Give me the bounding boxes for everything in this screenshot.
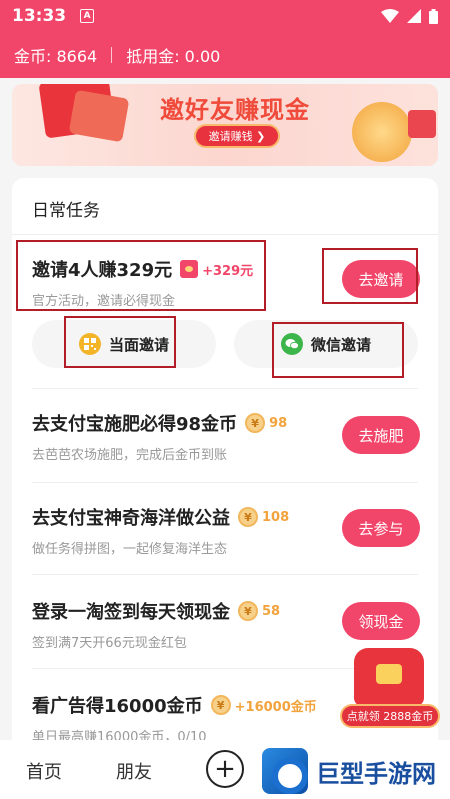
wifi-icon — [381, 9, 399, 23]
highlight-box — [64, 316, 176, 368]
banner-invite-button[interactable]: 邀请赚钱 ❯ — [194, 124, 280, 148]
coin-stack-illustration — [352, 102, 412, 162]
tab-friends[interactable]: 朋友 — [116, 758, 152, 784]
task-title-text: 去支付宝神奇海洋做公益 — [32, 508, 230, 529]
red-envelope-illustration-2 — [68, 89, 130, 143]
signal-icon — [407, 9, 421, 23]
invite-banner[interactable]: 邀好友赚现金 邀请赚钱 ❯ — [12, 84, 438, 166]
coin-icon: ¥ — [245, 413, 266, 433]
task-item: 看广告得16000金币 ¥ +16000金币 单日最高赚16000金币，0/10 — [32, 692, 317, 745]
reward-value: 58 — [262, 603, 281, 619]
task-item: 去支付宝施肥必得98金币 ¥ 98 去芭芭农场施肥，完成后金币到账 — [32, 410, 287, 463]
row-divider — [32, 574, 418, 575]
fertilize-button[interactable]: 去施肥 — [342, 416, 420, 454]
notification-a-icon: A — [80, 9, 95, 23]
wallet-bar: 金币: 8664 抵用金: 0.00 — [0, 32, 450, 78]
coin-icon: ¥ — [238, 601, 258, 621]
task-subtitle: 做任务得拼图，一起修复海洋生态 — [32, 542, 228, 557]
watermark-logo-icon — [262, 748, 308, 794]
highlight-box — [16, 240, 266, 311]
treasure-box-icon — [354, 648, 424, 706]
deduction-balance: 抵用金: 0.00 — [126, 47, 221, 66]
task-reward: ¥ 108 — [238, 507, 289, 527]
task-reward: ¥ 98 — [245, 413, 287, 433]
task-title-text: 去支付宝施肥必得98金币 — [32, 414, 238, 435]
task-item: 去支付宝神奇海洋做公益 ¥ 108 做任务得拼图，一起修复海洋生态 — [32, 504, 289, 557]
site-watermark: 巨型手游网 — [262, 746, 448, 796]
task-title-text: 看广告得16000金币 — [32, 696, 203, 717]
wallet-divider — [111, 47, 113, 63]
status-time: 13:33 — [12, 6, 67, 26]
reward-value: 108 — [262, 509, 290, 525]
status-bar: 13:33 A — [0, 0, 450, 32]
task-subtitle: 签到满7天开66元现金红包 — [32, 636, 187, 651]
reward-value: +16000金币 — [234, 699, 317, 715]
task-item: 登录一淘签到每天领现金 ¥ 58 签到满7天开66元现金红包 — [32, 598, 280, 651]
task-title: 看广告得16000金币 ¥ +16000金币 — [32, 692, 317, 718]
tab-home[interactable]: 首页 — [26, 758, 62, 784]
task-title-text: 登录一淘签到每天领现金 — [32, 602, 230, 623]
row-divider — [32, 482, 418, 483]
participate-button[interactable]: 去参与 — [342, 509, 420, 547]
highlight-box — [322, 248, 418, 304]
card-divider — [12, 234, 438, 235]
row-divider — [32, 388, 418, 389]
task-reward: ¥ 58 — [238, 601, 280, 621]
highlight-box — [272, 322, 404, 378]
gift-label: 点就领 2888金币 — [340, 704, 440, 728]
task-title: 登录一淘签到每天领现金 ¥ 58 — [32, 598, 280, 624]
reward-value: 98 — [269, 415, 288, 431]
task-subtitle: 去芭芭农场施肥，完成后金币到账 — [32, 448, 228, 463]
floating-gift-widget[interactable]: 点就领 2888金币 — [340, 648, 440, 730]
banner-title: 邀好友赚现金 — [160, 96, 310, 124]
coin-icon: ¥ — [210, 695, 231, 715]
coin-balance: 金币: 8664 — [14, 47, 98, 66]
task-title: 去支付宝神奇海洋做公益 ¥ 108 — [32, 504, 289, 530]
task-title: 去支付宝施肥必得98金币 ¥ 98 — [32, 410, 287, 436]
gift-box-illustration — [408, 110, 436, 138]
claim-cash-button[interactable]: 领现金 — [342, 602, 420, 640]
task-reward: ¥ +16000金币 — [210, 695, 317, 715]
coin-icon: ¥ — [238, 507, 258, 527]
battery-icon — [429, 8, 438, 24]
watermark-text: 巨型手游网 — [316, 759, 436, 788]
card-title: 日常任务 — [32, 201, 100, 221]
add-button[interactable]: + — [206, 750, 244, 788]
